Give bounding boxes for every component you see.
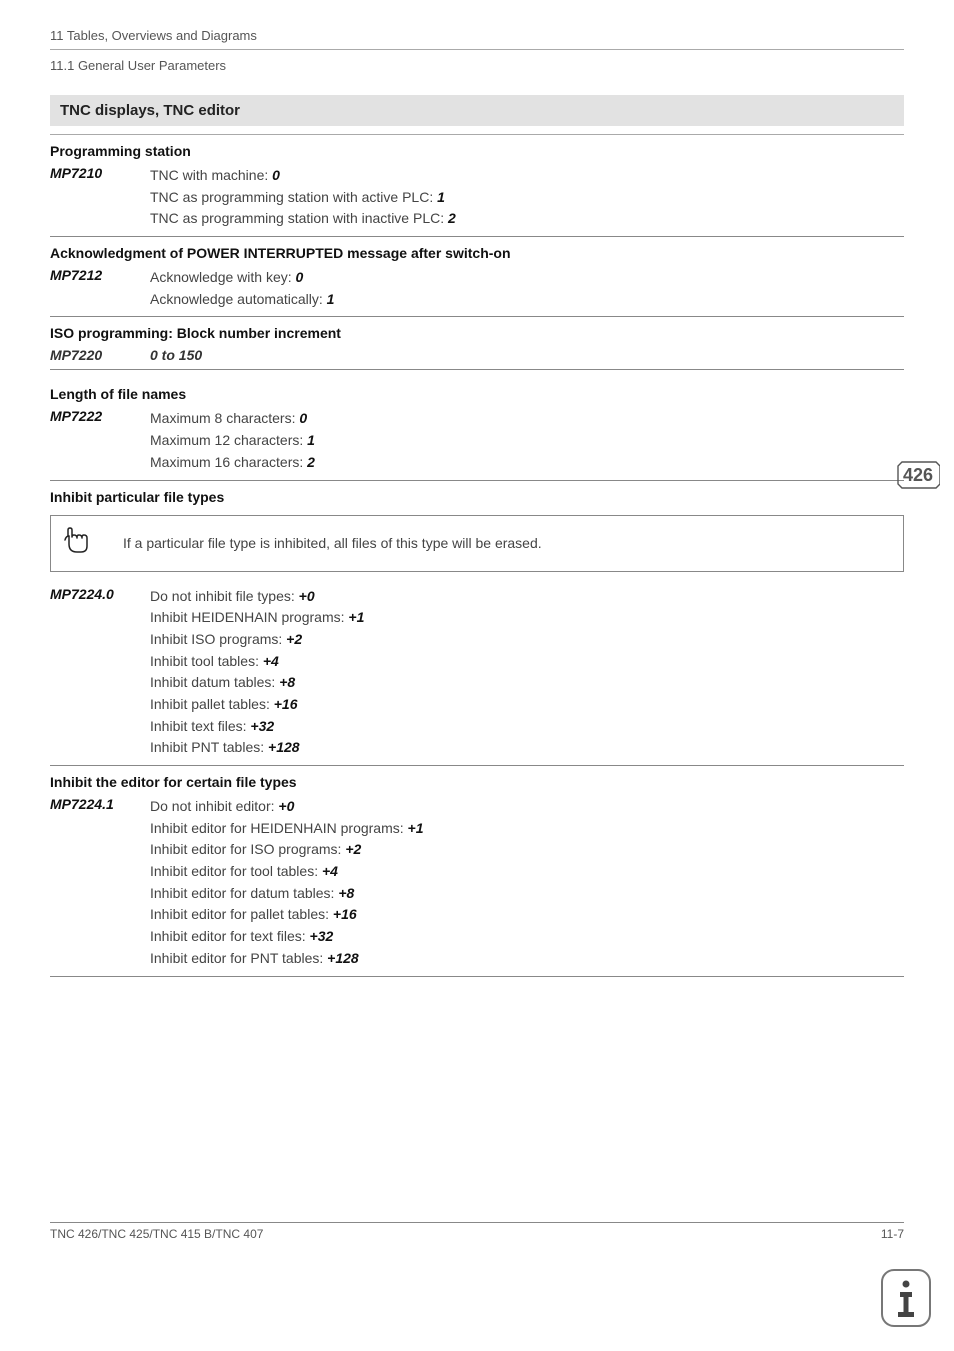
info-badge-icon: [880, 1268, 932, 1331]
parameter-body: TNC with machine: 0 TNC as programming s…: [150, 165, 904, 230]
param-text: Maximum 8 characters:: [150, 410, 299, 426]
param-value: 1: [327, 291, 335, 307]
group-ack-power: Acknowledgment of POWER INTERRUPTED mess…: [50, 245, 904, 310]
param-text: Inhibit editor for ISO programs:: [150, 841, 345, 857]
info-box: If a particular file type is inhibited, …: [50, 515, 904, 572]
footer-left: TNC 426/TNC 425/TNC 415 B/TNC 407: [50, 1227, 263, 1241]
group-heading: Acknowledgment of POWER INTERRUPTED mess…: [50, 245, 904, 261]
pointing-hand-icon: [63, 526, 93, 561]
section-header: 11.1 General User Parameters: [50, 58, 904, 73]
param-text: Inhibit text files:: [150, 718, 250, 734]
page-footer: TNC 426/TNC 425/TNC 415 B/TNC 407 11-7: [50, 1222, 904, 1241]
chapter-header: 11 Tables, Overviews and Diagrams: [50, 28, 904, 43]
param-text: Inhibit ISO programs:: [150, 631, 286, 647]
param-value: +2: [345, 841, 361, 857]
divider: [50, 316, 904, 317]
divider: [50, 49, 904, 50]
parameter-row: MP7220 0 to 150: [50, 347, 904, 363]
parameter-row: MP7222 Maximum 8 characters: 0 Maximum 1…: [50, 408, 904, 473]
param-text: Do not inhibit editor:: [150, 798, 278, 814]
param-value: 2: [307, 454, 315, 470]
param-value: 0: [272, 167, 280, 183]
param-text: Maximum 12 characters:: [150, 432, 307, 448]
info-message: If a particular file type is inhibited, …: [123, 533, 542, 554]
param-value: 0: [299, 410, 307, 426]
param-text: Inhibit editor for text files:: [150, 928, 310, 944]
group-heading: Length of file names: [50, 386, 186, 402]
param-text: Inhibit editor for HEIDENHAIN programs:: [150, 820, 408, 836]
param-text: Inhibit editor for datum tables:: [150, 885, 338, 901]
param-value: 0: [296, 269, 304, 285]
param-value: +0: [278, 798, 294, 814]
param-text: Inhibit editor for pallet tables:: [150, 906, 333, 922]
param-value: 2: [448, 210, 456, 226]
param-value: +0: [299, 588, 315, 604]
param-value: +128: [327, 950, 359, 966]
param-text: Inhibit pallet tables:: [150, 696, 274, 712]
parameter-row: MP7210 TNC with machine: 0 TNC as progra…: [50, 165, 904, 230]
param-value: +32: [310, 928, 334, 944]
divider: [50, 1222, 904, 1223]
param-value: +2: [286, 631, 302, 647]
param-value: +128: [268, 739, 300, 755]
parameter-row: MP7224.1 Do not inhibit editor: +0 Inhib…: [50, 796, 904, 970]
parameter-code: MP7222: [50, 408, 150, 424]
param-value: +1: [348, 609, 364, 625]
parameter-row: MP7212 Acknowledge with key: 0 Acknowled…: [50, 267, 904, 310]
param-value: +8: [279, 674, 295, 690]
group-programming-station: Programming station MP7210 TNC with mach…: [50, 143, 904, 230]
group-heading: Programming station: [50, 143, 904, 159]
param-text: Do not inhibit file types:: [150, 588, 299, 604]
param-text: Inhibit HEIDENHAIN programs:: [150, 609, 348, 625]
group-heading: ISO programming: Block number increment: [50, 325, 904, 341]
param-text: TNC as programming station with inactive…: [150, 210, 448, 226]
group-inhibit-editor: Inhibit the editor for certain file type…: [50, 774, 904, 970]
divider: [50, 765, 904, 766]
parameter-body: Maximum 8 characters: 0 Maximum 12 chara…: [150, 408, 904, 473]
param-text: Inhibit PNT tables:: [150, 739, 268, 755]
group-inhibit-types: Inhibit particular file types If a parti…: [50, 489, 904, 760]
param-text: TNC with machine:: [150, 167, 272, 183]
parameter-code: MP7212: [50, 267, 150, 283]
group-heading: Inhibit particular file types: [50, 489, 904, 505]
param-value: 1: [437, 189, 445, 205]
divider: [50, 369, 904, 370]
parameter-code: MP7210: [50, 165, 150, 181]
divider: [50, 480, 904, 481]
footer-right: 11-7: [881, 1227, 904, 1241]
param-value: +8: [338, 885, 354, 901]
param-value: 1: [307, 432, 315, 448]
param-text: Acknowledge automatically:: [150, 291, 327, 307]
page-title: TNC displays, TNC editor: [50, 95, 904, 126]
param-text: TNC as programming station with active P…: [150, 189, 437, 205]
divider: [50, 134, 904, 135]
param-text: Acknowledge with key:: [150, 269, 296, 285]
param-value: +1: [408, 820, 424, 836]
param-value: +32: [250, 718, 274, 734]
parameter-body: Acknowledge with key: 0 Acknowledge auto…: [150, 267, 904, 310]
divider: [50, 976, 904, 977]
group-heading: Inhibit the editor for certain file type…: [50, 774, 904, 790]
param-text: Inhibit tool tables:: [150, 653, 263, 669]
parameter-row: MP7224.0 Do not inhibit file types: +0 I…: [50, 586, 904, 760]
parameter-code: MP7220: [50, 347, 150, 363]
param-text: Inhibit datum tables:: [150, 674, 279, 690]
parameter-code: MP7224.1: [50, 796, 150, 812]
param-value: +4: [322, 863, 338, 879]
param-value: +16: [274, 696, 298, 712]
model-426-badge: 426: [896, 460, 940, 493]
param-value: +4: [263, 653, 279, 669]
param-text: Inhibit editor for tool tables:: [150, 863, 322, 879]
svg-text:426: 426: [903, 465, 933, 485]
parameter-body: Do not inhibit file types: +0 Inhibit HE…: [150, 586, 904, 760]
param-value: +16: [333, 906, 357, 922]
parameter-range: 0 to 150: [150, 347, 202, 363]
parameter-body: Do not inhibit editor: +0 Inhibit editor…: [150, 796, 904, 970]
parameter-code: MP7224.0: [50, 586, 150, 602]
param-text: Inhibit editor for PNT tables:: [150, 950, 327, 966]
param-text: Maximum 16 characters:: [150, 454, 307, 470]
group-iso-block: ISO programming: Block number increment …: [50, 325, 904, 363]
divider: [50, 236, 904, 237]
group-file-names: Length of file names MP7222 Maximum 8 ch…: [50, 378, 904, 473]
